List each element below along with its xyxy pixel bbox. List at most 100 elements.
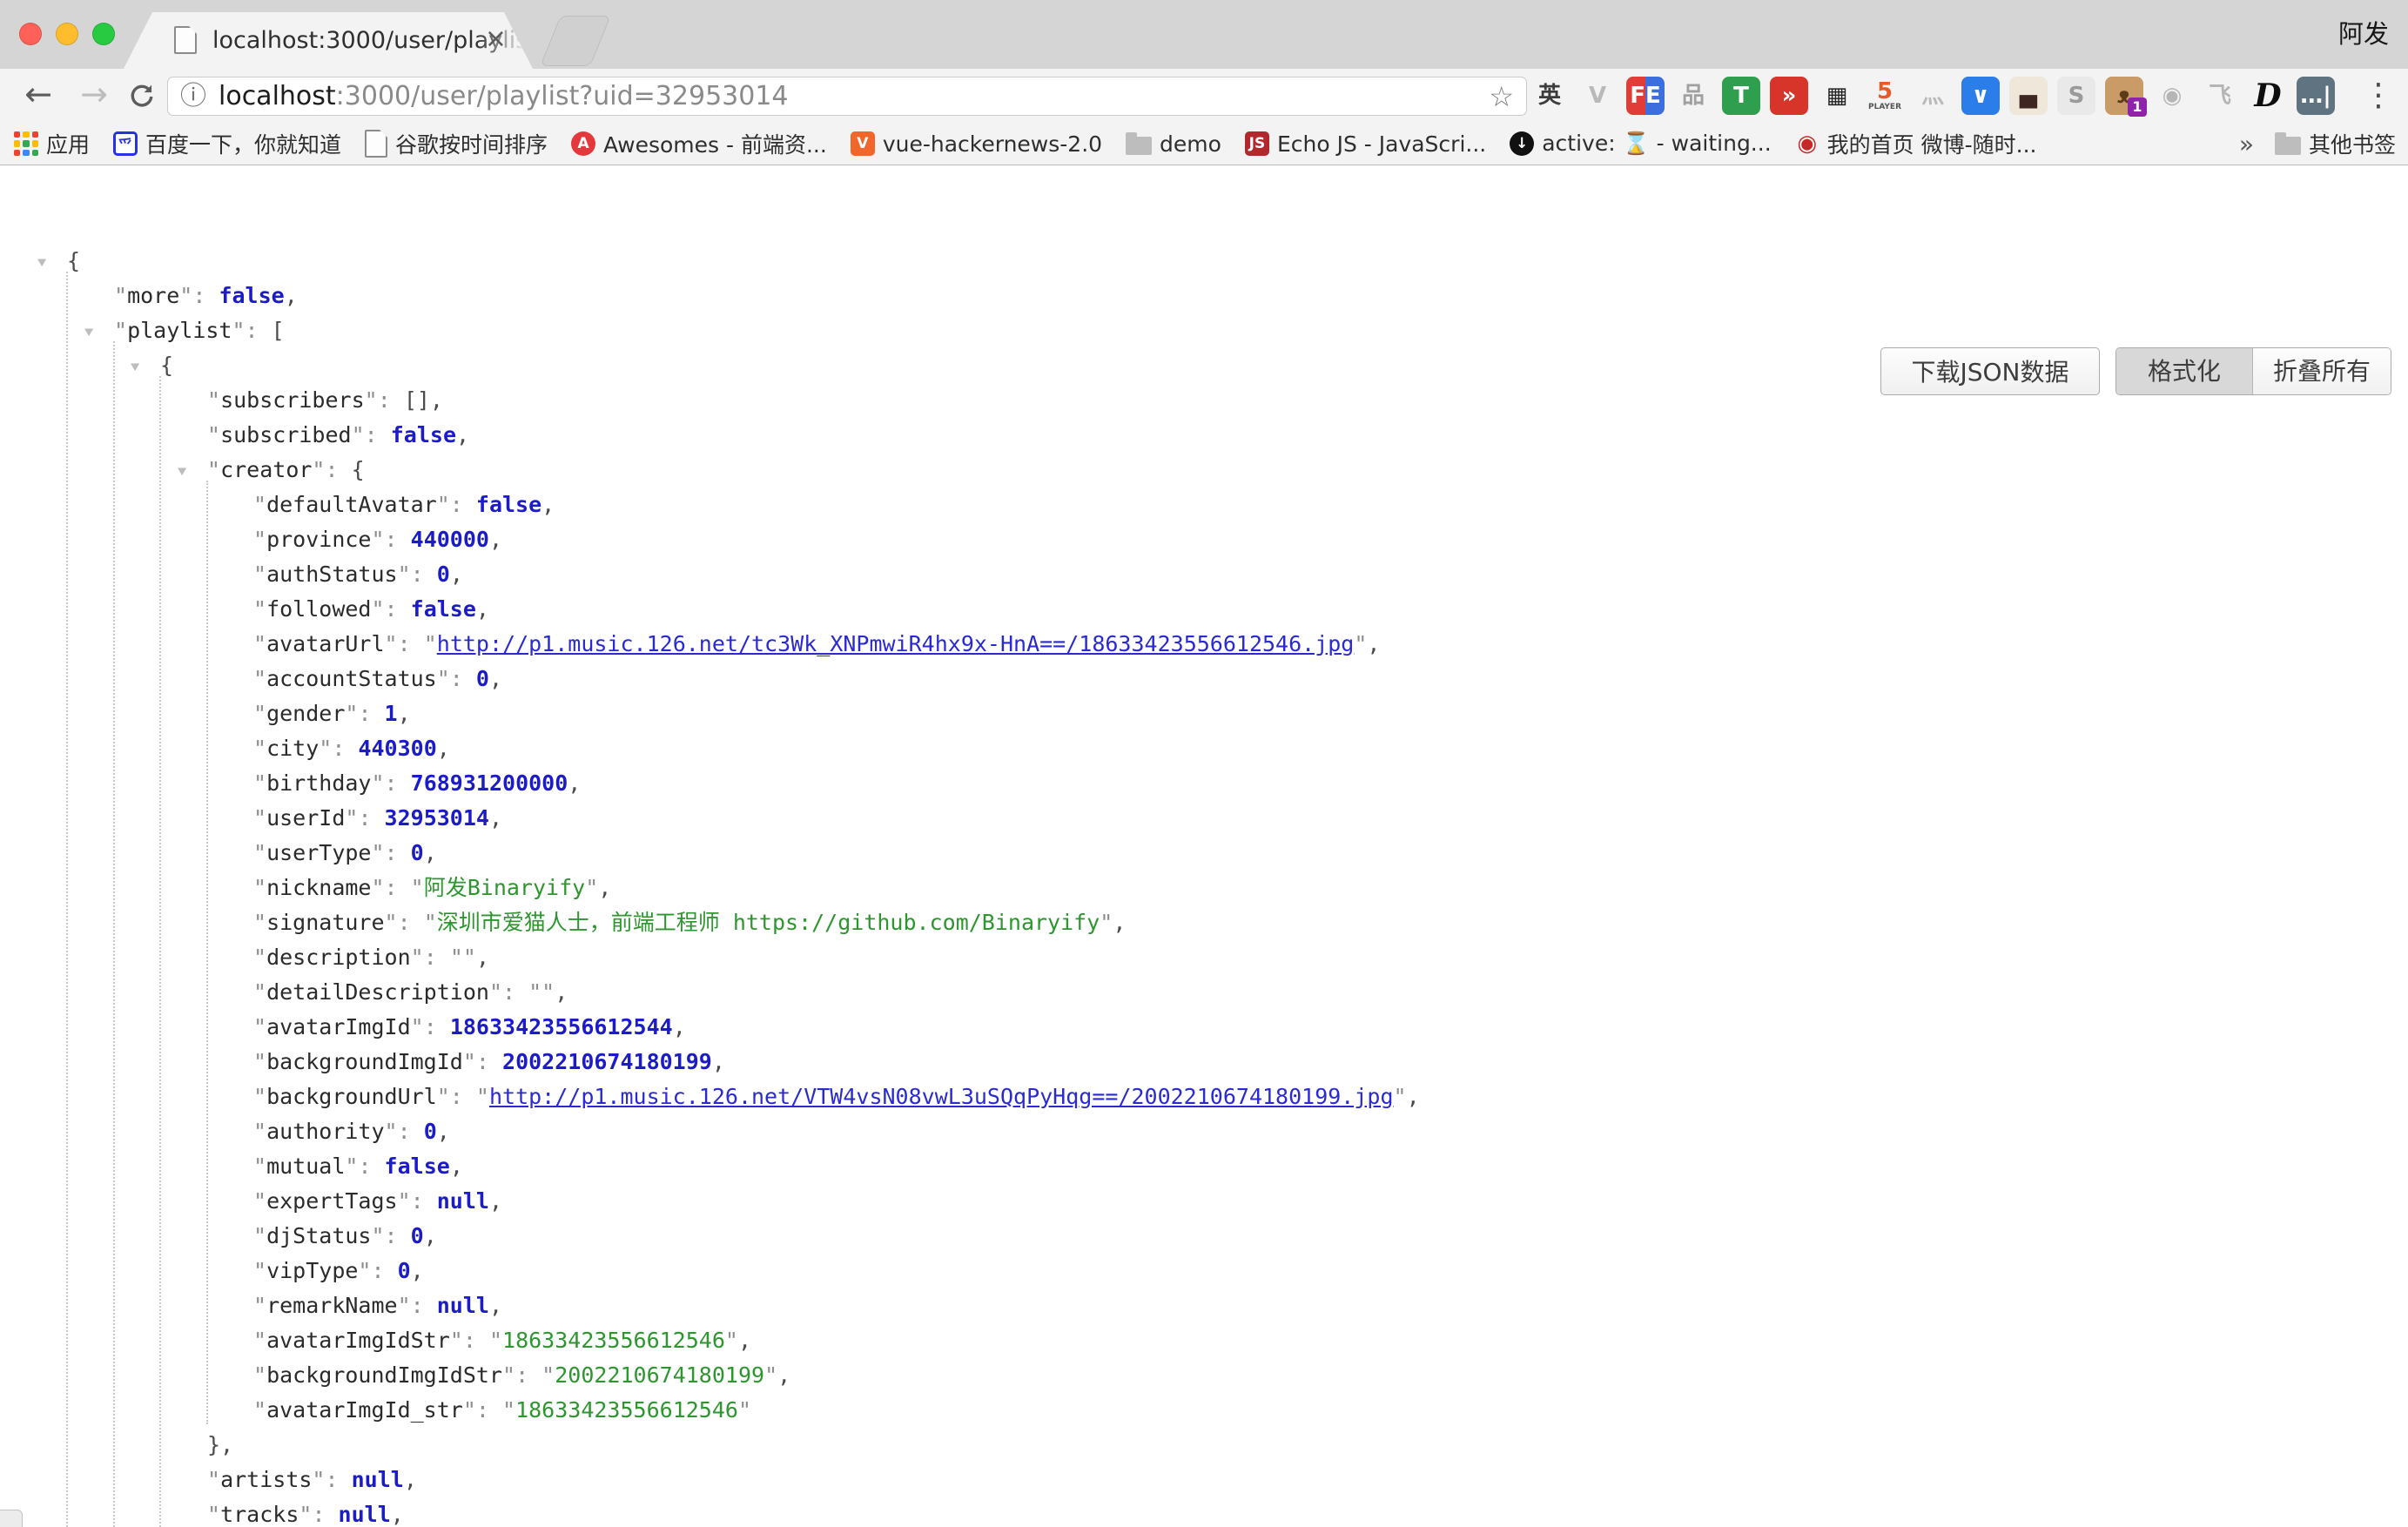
dark-reader-icon[interactable]: D xyxy=(2249,77,2287,115)
quote-mark: " xyxy=(253,875,266,900)
json-colon: : xyxy=(358,1154,384,1179)
bookmark-item[interactable]: Vvue-hackernews-2.0 xyxy=(851,131,1102,157)
json-punct: , xyxy=(489,1293,502,1318)
quote-mark: " xyxy=(114,318,127,343)
dark-reader-icon-glyph: D xyxy=(2254,80,2281,111)
browser-menu-icon[interactable]: ⋮ xyxy=(2361,69,2396,123)
profile-name[interactable]: 阿发 xyxy=(2338,0,2389,69)
json-string-value: 18633423556612546 xyxy=(502,1328,725,1353)
json-number-value: 768931200000 xyxy=(411,770,568,796)
qrcode-icon[interactable]: ▦ xyxy=(1818,77,1856,115)
quote-mark: " xyxy=(502,1362,515,1388)
back-button[interactable]: ← xyxy=(16,69,61,123)
sitemap-icon[interactable]: 品 xyxy=(1674,77,1712,115)
json-colon: : xyxy=(192,283,219,308)
browser-window: localhost:3000/user/playlist?u × 阿发 ← → … xyxy=(0,0,2408,1527)
shield-t-icon[interactable]: T xyxy=(1722,77,1760,115)
quote-mark: " xyxy=(345,805,358,831)
tab-close-icon[interactable]: × xyxy=(485,12,507,69)
bookmark-label: demo xyxy=(1160,131,1221,157)
json-line: "defaultAvatar": false, xyxy=(0,488,2408,522)
quote-mark: " xyxy=(411,1014,424,1039)
bird-icon[interactable]: 飞 xyxy=(2201,77,2239,115)
s-icon[interactable]: S xyxy=(2057,77,2095,115)
info-icon[interactable]: ⓘ xyxy=(180,77,206,115)
monkey-icon[interactable]: ᴥ1 xyxy=(2105,77,2143,115)
grid-cell xyxy=(23,131,29,138)
json-line: "gender": 1, xyxy=(0,696,2408,731)
json-string-value: 18633423556612546 xyxy=(515,1397,738,1423)
weibo-eye-icon-glyph: ◉ xyxy=(2162,84,2183,107)
quote-mark: " xyxy=(179,283,192,308)
json-string-value: 2002210674180199 xyxy=(555,1362,764,1388)
collapse-arrow[interactable]: ▼ xyxy=(131,352,139,381)
translate-icon[interactable]: 英 xyxy=(1530,77,1569,115)
json-punct: , xyxy=(489,1188,502,1214)
grid-cell xyxy=(14,150,20,156)
zoom-window-button[interactable] xyxy=(92,23,115,45)
json-line: "city": 440300, xyxy=(0,731,2408,766)
mask-icon[interactable]: ▄ xyxy=(2009,77,2048,115)
quote-mark: " xyxy=(253,1049,266,1074)
other-bookmarks[interactable]: 其他书签 xyxy=(2275,128,2396,159)
url-text[interactable]: localhost:3000/user/playlist?uid=3295301… xyxy=(219,77,789,115)
json-punct: { xyxy=(160,353,173,378)
json-key: tracks xyxy=(220,1502,299,1527)
more-extensions-icon[interactable]: …| xyxy=(2297,77,2335,115)
json-punct: , xyxy=(673,1014,686,1039)
bookmark-item[interactable]: ↓active: ⌛ - waiting... xyxy=(1510,131,1771,157)
lantern-icon[interactable]: ∨ xyxy=(1961,77,2000,115)
json-string-value: 阿发Binaryify xyxy=(424,875,585,900)
json-line: "subscribed": false, xyxy=(0,418,2408,453)
fast-forward-icon[interactable]: » xyxy=(1770,77,1808,115)
json-number-value: 0 xyxy=(437,562,450,587)
bookmarks-overflow-chevron[interactable]: » xyxy=(2239,130,2254,158)
json-colon: : xyxy=(476,1049,502,1074)
collapse-arrow[interactable]: ▼ xyxy=(178,456,186,486)
json-line: "userType": 0, xyxy=(0,836,2408,871)
url-bar[interactable]: ⓘ localhost:3000/user/playlist?uid=32953… xyxy=(167,77,1527,116)
json-key: backgroundUrl xyxy=(266,1084,437,1109)
close-window-button[interactable] xyxy=(19,23,42,45)
json-line: "backgroundUrl": "http://p1.music.126.ne… xyxy=(0,1080,2408,1114)
bookmark-item[interactable]: JSEcho JS - JavaScri... xyxy=(1245,131,1486,157)
json-line: "province": 440000, xyxy=(0,522,2408,557)
browser-tab[interactable]: localhost:3000/user/playlist?u × xyxy=(124,12,533,69)
quote-mark: " xyxy=(365,387,378,413)
json-key: province xyxy=(266,527,371,552)
json-colon: : xyxy=(450,1084,476,1109)
quote-mark: " xyxy=(232,318,245,343)
s-icon-glyph: S xyxy=(2068,84,2085,107)
weibo-eye-icon[interactable]: ◉ xyxy=(2153,77,2191,115)
json-key: backgroundImgId xyxy=(266,1049,463,1074)
json-literal-value: null xyxy=(339,1502,391,1527)
quote-mark: " xyxy=(253,736,266,761)
minimize-window-button[interactable] xyxy=(56,23,78,45)
collapse-arrow[interactable]: ▼ xyxy=(84,317,93,346)
paw-icon[interactable]: 灬 xyxy=(1914,77,1952,115)
fe-icon[interactable]: FE xyxy=(1626,77,1665,115)
collapse-arrow[interactable]: ▼ xyxy=(37,247,46,277)
json-punct: , xyxy=(285,283,298,308)
quote-mark: " xyxy=(253,701,266,726)
vue-devtools-icon[interactable]: V xyxy=(1578,77,1617,115)
forward-button[interactable]: → xyxy=(71,69,117,123)
bookmark-item[interactable]: ◉我的首页 微博-随时... xyxy=(1795,128,2037,159)
new-tab-button[interactable] xyxy=(540,16,610,66)
html5-player-icon[interactable]: 5PLAYER xyxy=(1866,77,1904,115)
bookmark-item[interactable]: demo xyxy=(1126,131,1221,157)
bookmark-item[interactable]: 应用 xyxy=(14,128,90,159)
bookmark-star-icon[interactable]: ☆ xyxy=(1489,77,1514,115)
json-punct: , xyxy=(437,736,450,761)
reload-button[interactable] xyxy=(127,82,157,115)
url-link[interactable]: http://p1.music.126.net/VTW4vsN08vwL3uSQ… xyxy=(489,1084,1394,1109)
json-colon: : xyxy=(450,666,476,691)
bookmark-item[interactable]: 谷歌按时间排序 xyxy=(365,128,548,159)
quote-mark: " xyxy=(585,875,598,900)
json-colon: : xyxy=(398,1119,424,1144)
bookmark-item[interactable]: AAwesomes - 前端资... xyxy=(571,128,827,159)
json-line: ▼"playlist": [ xyxy=(0,313,2408,348)
bookmark-item[interactable]: 爫百度一下，你就知道 xyxy=(113,128,341,159)
quote-mark: " xyxy=(738,1397,751,1423)
url-link[interactable]: http://p1.music.126.net/tc3Wk_XNPmwiR4hx… xyxy=(437,631,1355,656)
